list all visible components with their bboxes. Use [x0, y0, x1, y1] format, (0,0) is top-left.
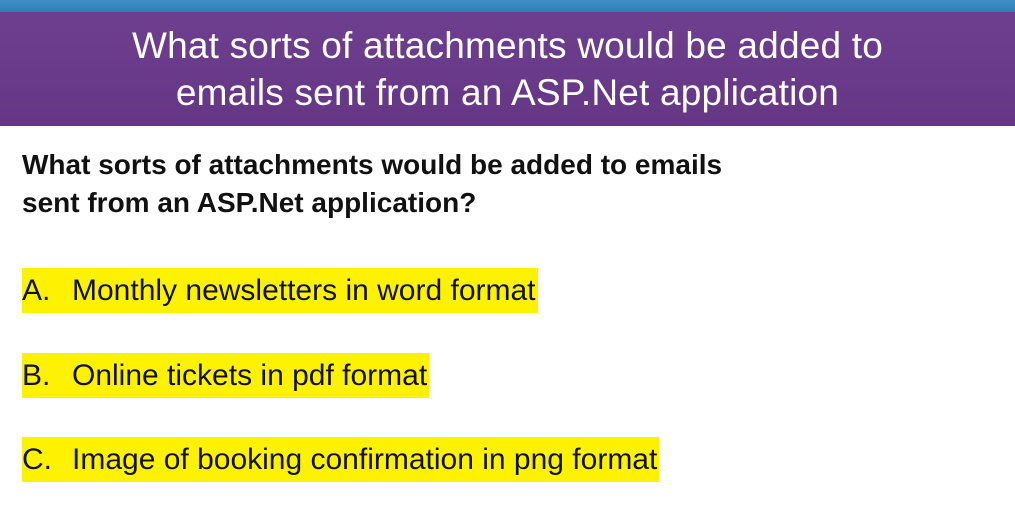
answer-option-a: A. Monthly newsletters in word format — [22, 268, 538, 313]
slide-title-line-2: emails sent from an ASP.Net application — [175, 72, 840, 113]
option-c-letter: C. — [22, 442, 52, 476]
top-accent-stripe — [0, 0, 1015, 12]
slide-title-bar: What sorts of attachments would be added… — [0, 12, 1015, 126]
slide-title-line-1: What sorts of attachments would be added… — [131, 25, 884, 66]
question-line-1: What sorts of attachments would be added… — [22, 149, 723, 180]
option-b-text: Online tickets in pdf format — [72, 358, 428, 392]
answer-option-c: C. Image of booking confirmation in png … — [22, 437, 660, 482]
option-c-text: Image of booking confirmation in png for… — [72, 442, 658, 476]
option-b-letter: B. — [22, 358, 51, 392]
question-text: What sorts of attachments would be added… — [22, 146, 1002, 222]
option-a-text: Monthly newsletters in word format — [72, 273, 536, 307]
question-line-2: sent from an ASP.Net application? — [22, 187, 477, 218]
option-a-letter: A. — [22, 273, 51, 307]
answer-option-b: B. Online tickets in pdf format — [22, 353, 430, 398]
